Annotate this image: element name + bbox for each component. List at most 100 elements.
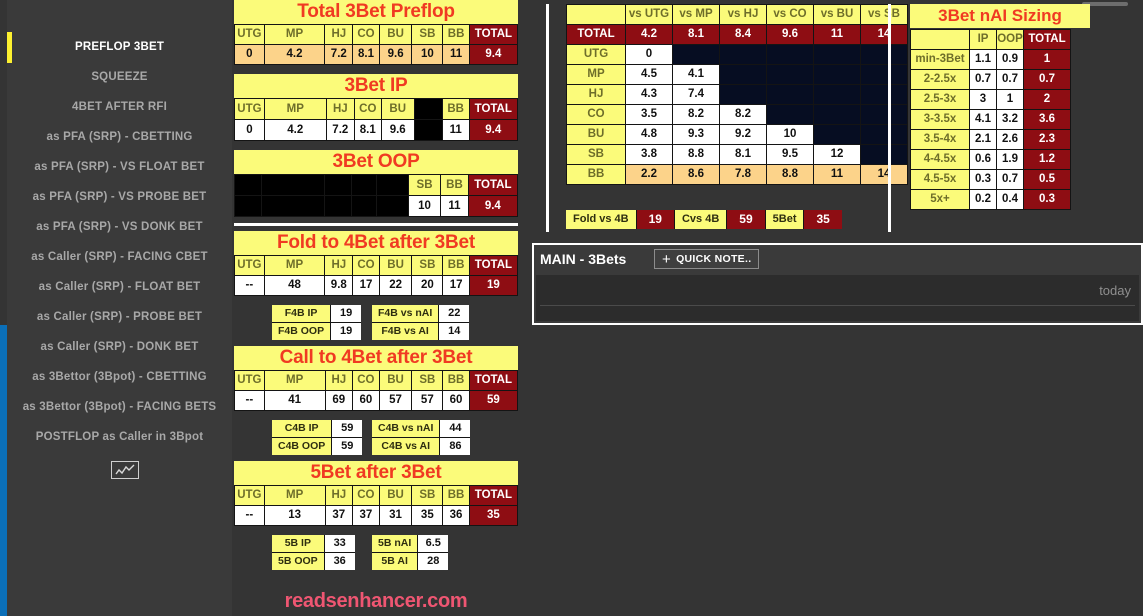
sizing-oop-value: 1 bbox=[997, 90, 1023, 109]
sidebar-item-as-pfa-srp-cbetting[interactable]: as PFA (SRP) - CBETTING bbox=[7, 122, 232, 152]
pill-label: 5B nAI bbox=[372, 535, 418, 552]
matrix-empty-cell bbox=[814, 65, 860, 84]
table-header-cell: UTG bbox=[235, 99, 264, 119]
table-header-cell: CO bbox=[354, 99, 381, 119]
matrix-row-label: SB bbox=[567, 145, 625, 164]
pill-value: 59 bbox=[332, 420, 363, 437]
matrix-total-value: 11 bbox=[814, 25, 860, 44]
sidebar-item-as-caller-srp-facing-cbet[interactable]: as Caller (SRP) - FACING CBET bbox=[7, 242, 232, 272]
table-cell-blank bbox=[324, 196, 351, 216]
table-value-cell: 0 bbox=[235, 120, 264, 140]
sizing-total-value: 0.7 bbox=[1024, 70, 1070, 89]
table-header-cell: BB bbox=[443, 486, 469, 505]
table-cell-blank bbox=[235, 196, 261, 216]
sidebar-item-as-caller-srp-float-bet[interactable]: as Caller (SRP) - FLOAT BET bbox=[7, 272, 232, 302]
table-value-cell: 35 bbox=[469, 506, 517, 525]
sidebar-item-as-pfa-srp-vs-donk-bet[interactable]: as PFA (SRP) - VS DONK BET bbox=[7, 212, 232, 242]
sizing-row: 4.5-5x 0.3 0.7 0.5 bbox=[911, 170, 1070, 189]
sidebar-item-as-pfa-srp-vs-float-bet[interactable]: as PFA (SRP) - VS FLOAT BET bbox=[7, 152, 232, 182]
table-header-cell: TOTAL bbox=[469, 486, 517, 505]
summary-label: 5Bet bbox=[765, 210, 804, 229]
panel-divider bbox=[888, 4, 891, 232]
table-value-cell: 10 bbox=[412, 45, 443, 64]
matrix-cell: 10 bbox=[767, 125, 813, 144]
table-header-cell: BU bbox=[379, 486, 412, 505]
sizing-title: 3Bet nAI Sizing bbox=[910, 4, 1090, 28]
table-value-cell: 60 bbox=[443, 391, 469, 410]
sidebar-item-squeeze[interactable]: SQUEEZE bbox=[7, 62, 232, 92]
table-value-cell: 9.6 bbox=[381, 120, 414, 140]
table-cell-blank bbox=[414, 120, 442, 140]
sizing-ip-value: 4.1 bbox=[970, 110, 996, 129]
3bet-by-position-matrix: vs UTG vs MP vs HJ vs CO vs BU vs SB TOTAL 4.2 8… bbox=[566, 4, 908, 185]
matrix-column-header: vs UTG bbox=[626, 5, 672, 24]
sidebar-item-label: as PFA (SRP) - VS FLOAT BET bbox=[34, 161, 205, 173]
sidebar-item-label: PREFLOP 3BET bbox=[74, 41, 165, 53]
panel-5bet-after-3bet: 5Bet after 3Bet UTG MP HJ CO BU SB BB TOTAL -- 1… bbox=[234, 461, 518, 573]
line-chart-icon bbox=[115, 464, 135, 475]
note-date: today bbox=[1099, 283, 1131, 298]
sidebar-item-as-3bettor-3bpot-cbetting[interactable]: as 3Bettor (3Bpot) - CBETTING bbox=[7, 362, 232, 392]
sizing-row-label: 4-4.5x bbox=[911, 150, 969, 169]
sidebar-item-as-pfa-srp-vs-probe-bet[interactable]: as PFA (SRP) - VS PROBE BET bbox=[7, 182, 232, 212]
table-header-blank bbox=[376, 175, 408, 195]
table-header-cell: BB bbox=[442, 99, 469, 119]
table-value-cell: 20 bbox=[412, 276, 443, 295]
table-value-cell: 57 bbox=[412, 391, 443, 410]
table-value-cell: 9.6 bbox=[379, 45, 412, 64]
notes-body[interactable]: today bbox=[536, 275, 1139, 321]
sizing-row: 2-2.5x 0.7 0.7 0.7 bbox=[911, 70, 1070, 89]
notes-panel: MAIN - 3Bets + QUICK NOTE.. today bbox=[532, 243, 1143, 325]
pill-value: 44 bbox=[440, 420, 471, 437]
table-header-cell: MP bbox=[264, 99, 326, 119]
sidebar-item-label: 4BET AFTER RFI bbox=[71, 101, 167, 113]
matrix-empty-cell bbox=[720, 65, 766, 84]
summary-value: 19 bbox=[636, 210, 674, 229]
app-root: PREFLOP 3BET SQUEEZE 4BET AFTER RFI as PFA … bbox=[0, 0, 1143, 616]
sidebar-item-as-3bettor-3bpot-facing-bets[interactable]: as 3Bettor (3Bpot) - FACING BETS bbox=[7, 392, 232, 422]
sidebar-item-as-caller-srp-donk-bet[interactable]: as Caller (SRP) - DONK BET bbox=[7, 332, 232, 362]
matrix-row: HJ 4.3 7.4 bbox=[567, 85, 907, 104]
quick-note-button[interactable]: + QUICK NOTE.. bbox=[654, 249, 760, 269]
table-header-cell: UTG bbox=[235, 256, 264, 275]
table-header-blank bbox=[235, 175, 261, 195]
matrix-empty-cell bbox=[814, 45, 860, 64]
summary-value: 59 bbox=[727, 210, 765, 229]
matrix-row-label: BB bbox=[567, 165, 625, 184]
sidebar-item-preflop-3bet[interactable]: PREFLOP 3BET bbox=[7, 32, 232, 62]
fold-to-4bet-pills: F4B IP 19 F4B OOP 19 F4B vs nAI 22 F4B vs AI 1… bbox=[234, 305, 518, 343]
fold-to-4bet-table: UTG MP HJ CO BU SB BB TOTAL -- 48 9.8 17 22 20 17 19 bbox=[234, 255, 518, 296]
line-chart-icon-button[interactable] bbox=[111, 461, 139, 479]
sizing-ip-value: 0.7 bbox=[970, 70, 996, 89]
sidebar-item-label: as 3Bettor (3Bpot) - FACING BETS bbox=[22, 401, 217, 413]
sidebar-item-label: SQUEEZE bbox=[91, 71, 148, 83]
summary-label: Cvs 4B bbox=[674, 210, 727, 229]
sidebar-item-label: as Caller (SRP) - PROBE BET bbox=[36, 311, 203, 323]
table-value-cell: 17 bbox=[443, 276, 469, 295]
matrix-total-label: TOTAL bbox=[567, 25, 625, 44]
sidebar-item-postflop-as-caller-in-3bpot[interactable]: POSTFLOP as Caller in 3Bpot bbox=[7, 422, 232, 452]
sizing-row-label: min-3Bet bbox=[911, 50, 969, 69]
pill-group-left: F4B IP 19 F4B OOP 19 bbox=[272, 305, 362, 340]
pill-group-right: C4B vs nAI 44 C4B vs AI 86 bbox=[372, 420, 471, 455]
sidebar-item-4bet-after-rfi[interactable]: 4BET AFTER RFI bbox=[7, 92, 232, 122]
matrix-empty-cell bbox=[767, 65, 813, 84]
pill-value: 33 bbox=[324, 535, 355, 552]
pill-label: F4B vs AI bbox=[372, 323, 439, 340]
table-cell-blank bbox=[261, 196, 324, 216]
panel-title: 3Bet OOP bbox=[234, 150, 518, 174]
sizing-row: 4-4.5x 0.6 1.9 1.2 bbox=[911, 150, 1070, 169]
table-header-cell: HJ bbox=[325, 256, 353, 275]
sidebar-item-as-caller-srp-probe-bet[interactable]: as Caller (SRP) - PROBE BET bbox=[7, 302, 232, 332]
matrix-total-value: 9.6 bbox=[767, 25, 813, 44]
sizing-oop-value: 2.6 bbox=[997, 130, 1023, 149]
table-header-cell: TOTAL bbox=[469, 371, 517, 390]
table-header-cell: CO bbox=[353, 256, 379, 275]
sizing-oop-value: 3.2 bbox=[997, 110, 1023, 129]
table-value-row: 10 11 9.4 bbox=[235, 196, 517, 216]
sizing-total-value: 0.5 bbox=[1024, 170, 1070, 189]
table-value-row: -- 13 37 37 31 35 36 35 bbox=[235, 506, 517, 525]
panel-title: 3Bet IP bbox=[234, 74, 518, 98]
sizing-panel: 3Bet nAI Sizing IP OOP TOTAL min-3Bet 1.1 0.9… bbox=[888, 0, 1143, 236]
panel-3bet-ip: 3Bet IP UTG MP HJ CO BU BB TOTAL 0 4.2 7.2 8.1 9.6… bbox=[234, 74, 518, 141]
